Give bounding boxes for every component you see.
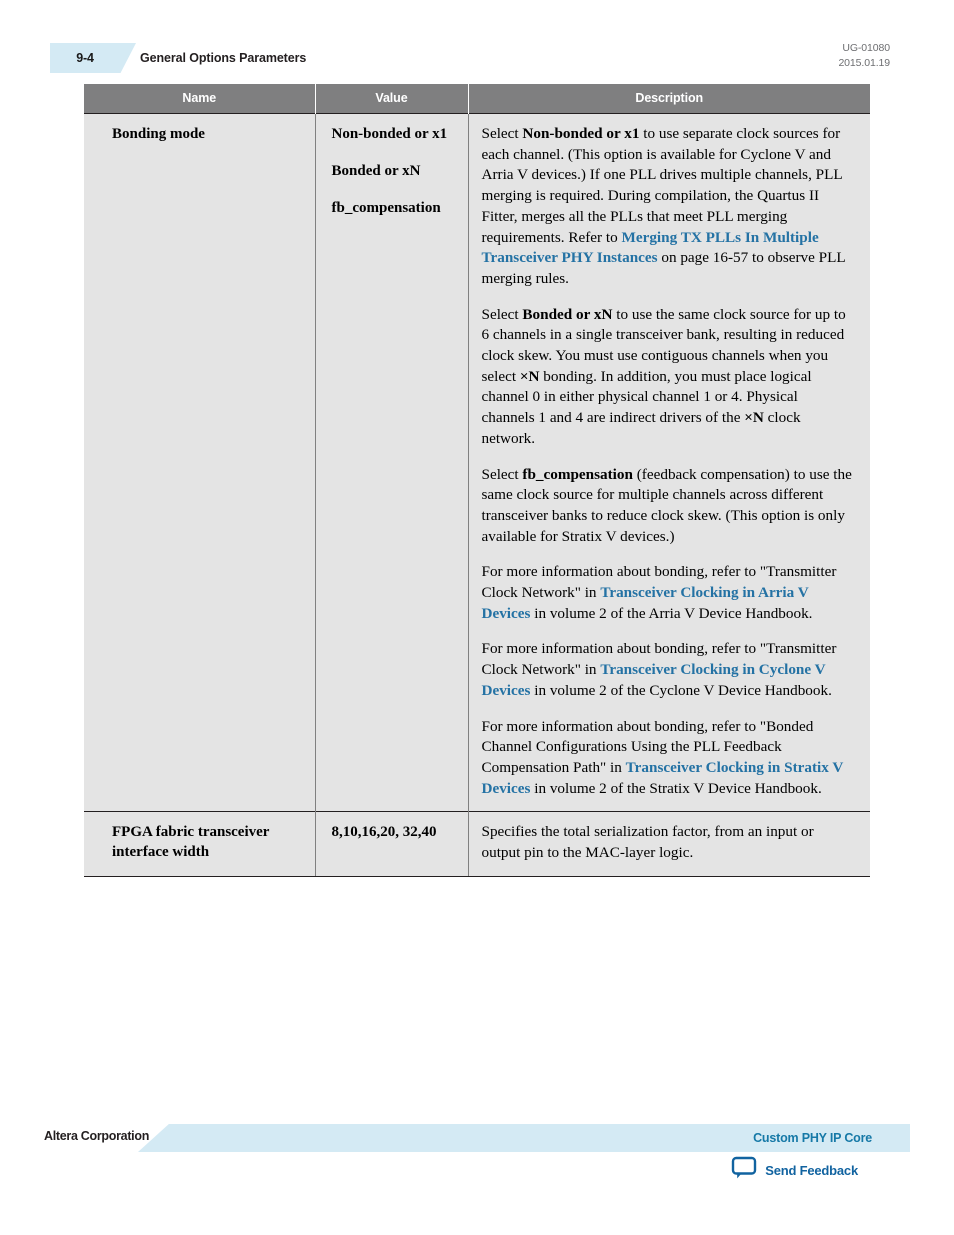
emphasis-text: ×N	[744, 409, 764, 427]
body-text: Select	[481, 125, 523, 142]
cell-value: Non-bonded or x1 Bonded or xN fb_compensat…	[315, 112, 469, 812]
description-paragraph: For more information about bonding, refe…	[482, 639, 855, 701]
cell-description: Specifies the total serialization factor…	[468, 811, 870, 877]
footer-doc-link[interactable]: Custom PHY IP Core	[753, 1124, 872, 1152]
cell-description: Select Non-bonded or x1 to use separate …	[468, 112, 870, 812]
page-footer: Altera Corporation Custom PHY IP Core Se…	[0, 1122, 954, 1217]
document-id: UG-01080	[842, 42, 890, 54]
parameter-name: Bonding mode	[112, 126, 205, 142]
body-text: Select	[481, 305, 523, 323]
parameter-value: 8,10,16,20, 32,40	[331, 824, 437, 841]
document-meta: UG-01080 2015.01.19	[838, 41, 890, 71]
page-header: 9-4 General Options Parameters UG-01080 …	[0, 38, 954, 76]
body-text: in volume 2 of the Stratix V Device Hand…	[530, 779, 822, 797]
send-feedback-label: Send Feedback	[765, 1162, 858, 1178]
footer-company: Altera Corporation	[44, 1129, 150, 1143]
emphasis-text: Bonded or xN	[522, 305, 613, 323]
table-row: Bonding mode Non-bonded or x1 Bonded or xN…	[84, 112, 870, 812]
parameter-value: fb_compensation	[331, 200, 441, 216]
column-header-description: Description	[468, 84, 870, 114]
parameter-name: FPGA fabric transceiver interface width	[112, 824, 270, 861]
speech-bubble-icon	[731, 1156, 757, 1185]
description-paragraph: Specifies the total serialization factor…	[482, 822, 855, 863]
column-header-name: Name	[84, 84, 316, 114]
body-text: to use separate clock sources for each c…	[481, 125, 843, 246]
table-body: Bonding mode Non-bonded or x1 Bonded or xN…	[84, 112, 870, 877]
cell-value: 8,10,16,20, 32,40	[315, 811, 469, 877]
parameters-table: Name Value Description Bonding mode Non-b…	[84, 84, 870, 877]
body-text: in volume 2 of the Arria V Device Handbo…	[530, 604, 813, 622]
description-paragraph: Select Bonded or xN to use the same cloc…	[482, 305, 855, 450]
emphasis-text: Non-bonded or x1	[522, 125, 640, 142]
table-row: FPGA fabric transceiver interface width 8…	[84, 811, 870, 877]
parameter-value: Non-bonded or x1	[331, 126, 448, 142]
parameter-value: Bonded or xN	[331, 163, 421, 179]
description-paragraph: For more information about bonding, refe…	[482, 562, 855, 624]
cell-name: Bonding mode	[84, 112, 316, 812]
emphasis-text: ×N	[519, 367, 540, 385]
table-header: Name Value Description	[84, 84, 870, 114]
table-header-row: Name Value Description	[84, 84, 870, 114]
emphasis-text: fb_compensation	[522, 465, 633, 483]
page-number-tab: 9-4	[50, 43, 136, 73]
description-paragraph: For more information about bonding, refe…	[482, 717, 855, 800]
body-text: Specifies the total serialization factor…	[481, 823, 814, 862]
cell-name: FPGA fabric transceiver interface width	[84, 811, 316, 877]
description-paragraph: Select Non-bonded or x1 to use separate …	[482, 124, 855, 290]
send-feedback-link[interactable]: Send Feedback	[731, 1156, 858, 1185]
document-date: 2015.01.19	[838, 57, 890, 69]
body-text: in volume 2 of the Cyclone V Device Hand…	[530, 681, 832, 699]
page-number: 9-4	[76, 51, 94, 65]
body-text: Select	[481, 465, 523, 483]
page-title: General Options Parameters	[140, 51, 307, 65]
column-header-value: Value	[315, 84, 469, 114]
description-paragraph: Select fb_compensation (feedback compens…	[482, 465, 855, 548]
